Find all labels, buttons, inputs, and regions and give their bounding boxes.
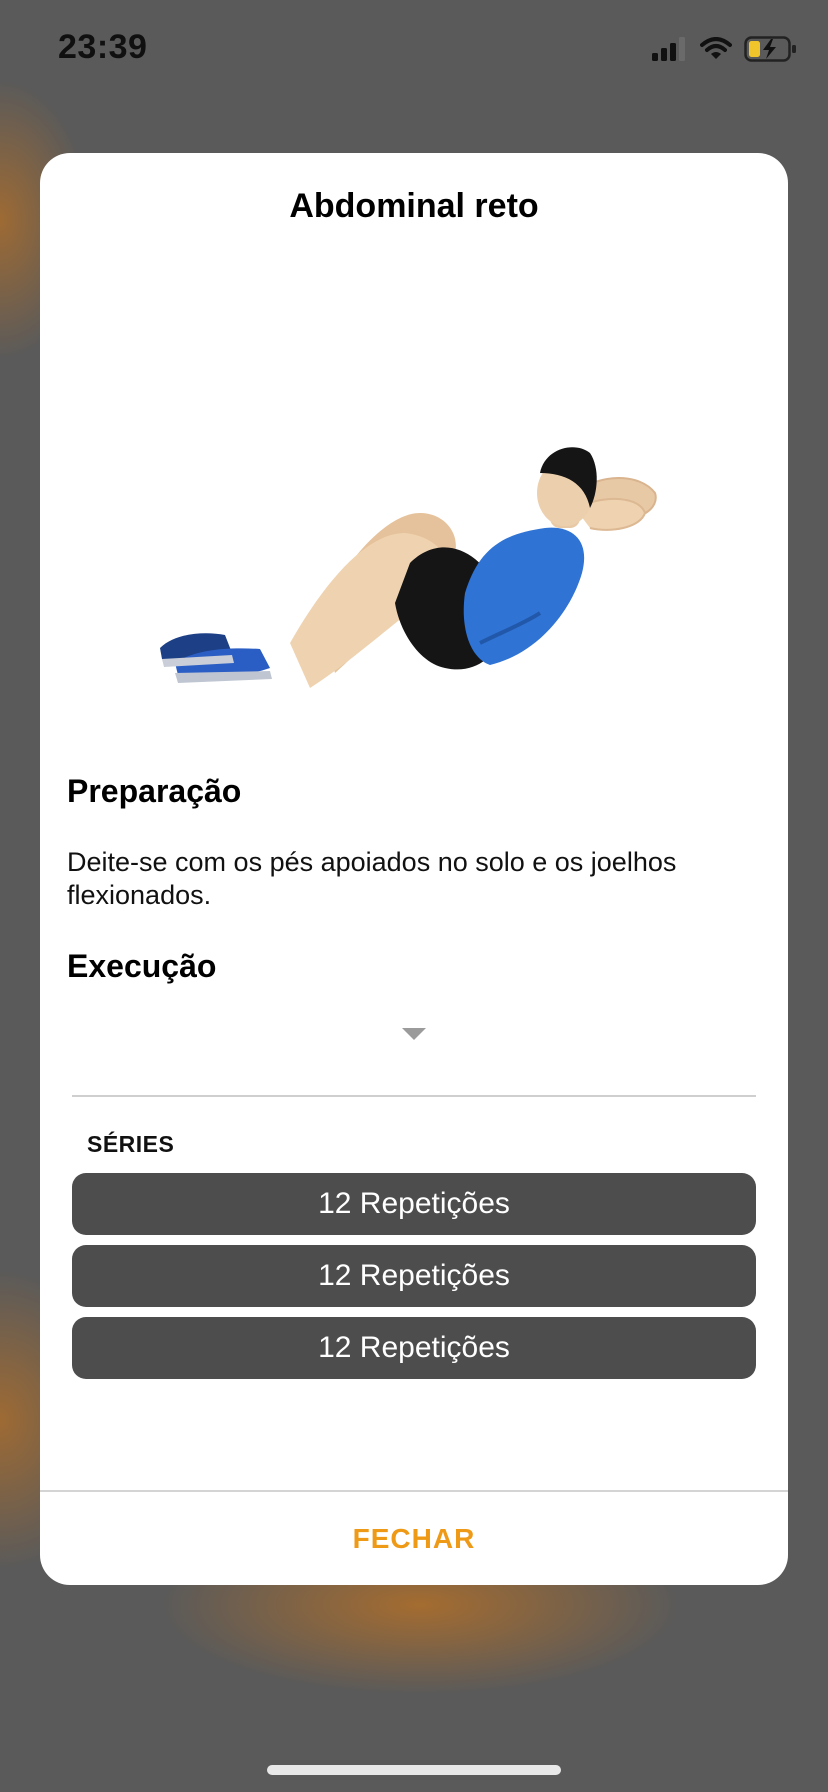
wifi-icon <box>700 37 732 59</box>
series-item: 12 Repetições <box>72 1245 756 1307</box>
signal-icon <box>652 37 685 61</box>
status-bar: 23:39 <box>0 0 828 100</box>
exercise-modal: Abdominal reto Preparação Deite-se com o… <box>40 153 788 1585</box>
series-list: 12 Repetições 12 Repetições 12 Repetiçõe… <box>72 1173 756 1389</box>
preparation-heading: Preparação <box>67 773 242 809</box>
status-icons <box>652 34 798 64</box>
divider <box>72 1095 756 1097</box>
status-time: 23:39 <box>58 28 148 66</box>
modal-title: Abdominal reto <box>289 187 539 225</box>
series-item: 12 Repetições <box>72 1173 756 1235</box>
preparation-text: Deite-se com os pés apoiados no solo e o… <box>67 847 677 910</box>
series-item: 12 Repetições <box>72 1317 756 1379</box>
crunch-exercise-figure <box>160 447 657 688</box>
series-label: SÉRIES <box>87 1131 175 1157</box>
close-button[interactable]: FECHAR <box>40 1492 788 1585</box>
execution-heading: Execução <box>67 948 217 984</box>
chevron-down-icon[interactable] <box>402 1028 426 1040</box>
home-indicator[interactable] <box>267 1765 561 1775</box>
battery-charging-icon <box>744 36 796 62</box>
